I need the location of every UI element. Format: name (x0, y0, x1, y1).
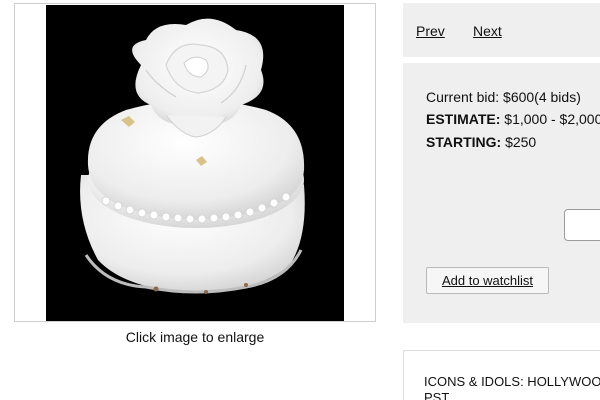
starting-value: $250 (501, 134, 537, 150)
lot-image[interactable] (46, 5, 344, 321)
prev-link[interactable]: Prev (416, 23, 445, 39)
lot-image-frame[interactable] (14, 3, 376, 322)
cake-photo-icon (80, 18, 305, 294)
lot-title-panel: ICONS & IDOLS: HOLLYWOOD PST (403, 350, 600, 400)
enlarge-caption: Click image to enlarge (125, 329, 265, 345)
next-link[interactable]: Next (473, 23, 502, 39)
lot-nav-panel: Prev Next (403, 3, 600, 57)
starting-line: STARTING: $250 (426, 134, 536, 150)
bid-amount-input[interactable] (564, 209, 600, 241)
auction-lot-page: Click image to enlarge Prev Next Current… (0, 0, 600, 400)
estimate-value: $1,000 - $2,000 (500, 111, 600, 127)
add-to-watchlist-button[interactable]: Add to watchlist (426, 267, 549, 294)
lot-title: ICONS & IDOLS: HOLLYWOOD PST (424, 374, 600, 400)
estimate-line: ESTIMATE: $1,000 - $2,000 (426, 111, 600, 127)
bid-panel: Current bid: $600(4 bids) ESTIMATE: $1,0… (403, 63, 600, 323)
estimate-label: ESTIMATE: (426, 111, 501, 127)
starting-label: STARTING: (426, 134, 502, 150)
current-bid: Current bid: $600(4 bids) (426, 89, 581, 105)
